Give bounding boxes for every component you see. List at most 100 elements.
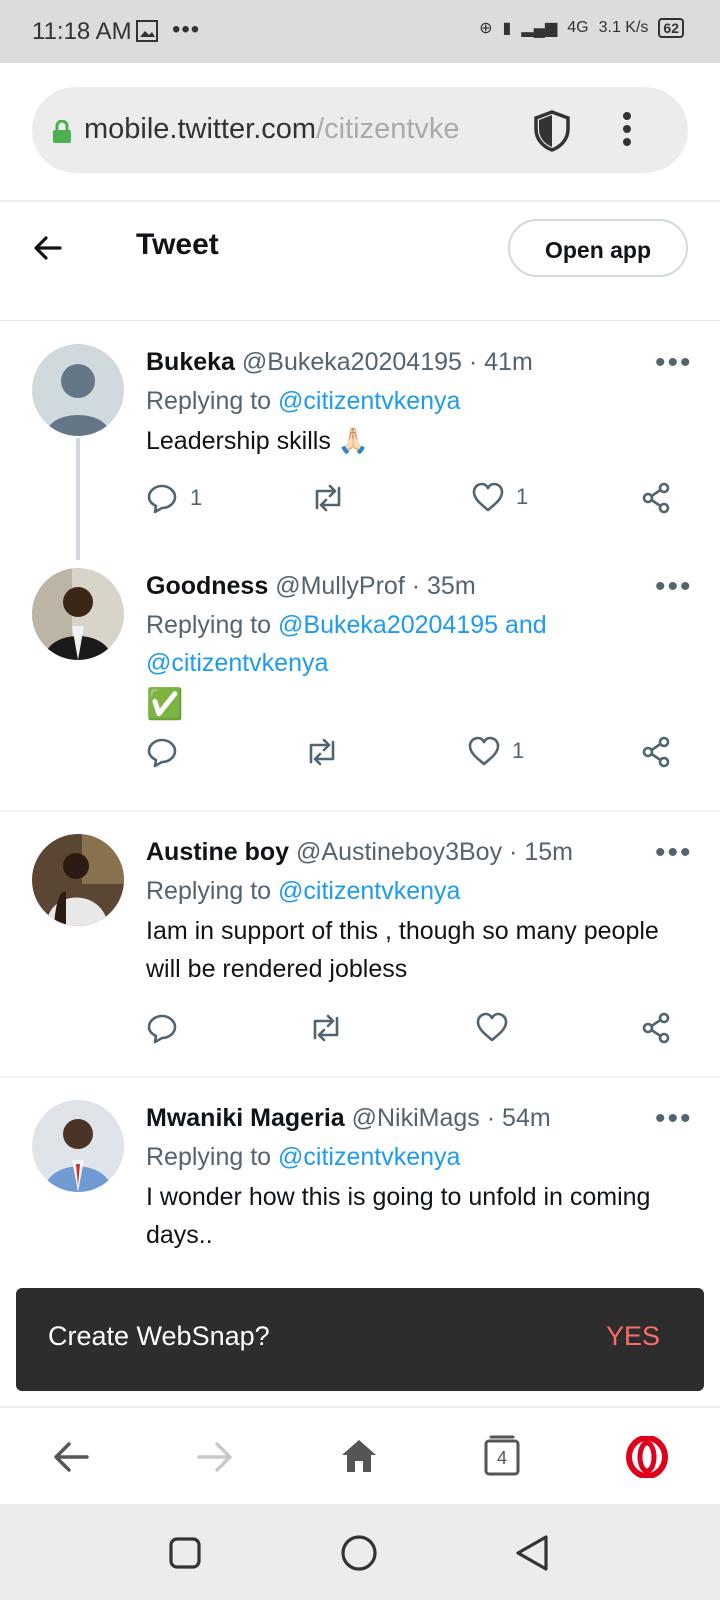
share-button[interactable] [640,736,672,768]
retweet-button[interactable] [310,482,358,514]
reply-icon [146,736,178,768]
like-button[interactable]: 1 [468,736,524,766]
tweet-actions [146,1012,686,1052]
avatar[interactable] [32,344,124,436]
tweet-author-line: Goodness @MullyProf · 35m [146,572,476,601]
reply-count: 1 [190,485,203,510]
tweet-time[interactable]: · 41m [469,348,533,376]
tweet-card[interactable]: Bukeka @Bukeka20204195 · 41m ••• Replyin… [0,322,720,560]
share-icon [640,482,672,514]
tweet-card[interactable]: Mwaniki Mageria @NikiMags · 54m ••• Repl… [0,1078,720,1288]
snackbar-message: Create WebSnap? [48,1321,270,1351]
replying-prefix: Replying to [146,387,279,415]
battery-icon: 62 [658,18,684,38]
more-options-icon[interactable]: ••• [655,836,693,870]
tweet-text: Leadership skills 🙏🏻 [146,427,369,455]
data-saver-icon: ⊕ [479,20,493,37]
retweet-button[interactable] [308,1012,356,1044]
nav-back-icon[interactable] [514,1534,550,1577]
back-arrow-icon[interactable] [32,232,72,272]
author-name[interactable]: Mwaniki Mageria [146,1104,345,1132]
reply-mention[interactable]: @citizentvkenya [278,877,460,905]
replying-prefix: Replying to [146,1143,279,1171]
avatar[interactable] [32,1100,124,1192]
browser-forward-icon[interactable] [196,1440,234,1479]
browser-back-icon[interactable] [52,1440,90,1479]
share-button[interactable] [640,1012,672,1044]
recents-icon[interactable] [168,1536,202,1575]
home-circle-icon[interactable] [340,1534,378,1577]
author-handle[interactable]: @MullyProf [275,572,405,600]
retweet-icon [310,482,346,514]
tweet-card[interactable]: Goodness @MullyProf · 35m ••• Replying t… [0,560,720,812]
websnap-snackbar: Create WebSnap? YES [16,1288,704,1391]
replying-to: Replying to @citizentvkenya [146,1138,460,1176]
retweet-icon [304,736,340,768]
shield-icon[interactable] [532,109,572,158]
heart-icon [468,736,500,766]
avatar[interactable] [32,568,124,660]
tweet-author-line: Austine boy @Austineboy3Boy · 15m [146,838,573,867]
menu-dots-icon[interactable] [622,109,632,154]
tweet-card[interactable]: Austine boy @Austineboy3Boy · 15m ••• Re… [0,812,720,1078]
reply-mention[interactable]: @citizentvkenya [278,1143,460,1171]
network-type: 4G [567,19,589,36]
home-icon[interactable] [340,1438,378,1479]
replying-to: Replying to @citizentvkenya [146,382,460,420]
author-name[interactable]: Austine boy [146,838,289,866]
replying-prefix: Replying to [146,611,279,639]
thread-line [76,438,80,560]
author-name[interactable]: Goodness [146,572,268,600]
like-button[interactable]: 1 [472,482,528,512]
url-text[interactable]: mobile.twitter.com/citizentvke [84,113,524,146]
tweet-header: Tweet Open app [0,202,720,321]
page-title: Tweet [136,228,219,261]
author-handle[interactable]: @Austineboy3Boy [296,838,502,866]
like-button[interactable] [476,1012,520,1042]
tweet-time[interactable]: · 15m [509,838,573,866]
signal-icon: ▂▄▆ [521,20,558,37]
opera-menu-icon[interactable] [626,1435,668,1483]
more-options-icon[interactable]: ••• [655,346,693,380]
author-handle[interactable]: @NikiMags [352,1104,480,1132]
replying-prefix: Replying to [146,877,279,905]
browser-address-area: mobile.twitter.com/citizentvke [0,63,720,202]
tweet-time[interactable]: · 35m [412,572,476,600]
heart-icon [472,482,504,512]
network-speed: 3.1 K/s [598,19,649,36]
tweet-text: ✅ [146,688,184,721]
tabs-icon[interactable]: 4 [484,1434,520,1476]
author-handle[interactable]: @Bukeka20204195 [242,348,462,376]
more-options-icon[interactable]: ••• [655,1102,693,1136]
status-time: 11:18 AM [32,18,132,45]
more-options-icon[interactable]: ••• [655,570,693,604]
reply-button[interactable] [146,1012,190,1044]
status-bar: 11:18 AM ••• ⊕ ▮ ▂▄▆ 4G 3.1 K/s 62 [0,0,720,63]
reply-button[interactable]: 1 [146,482,202,514]
avatar[interactable] [32,834,124,926]
vibrate-icon: ▮ [502,20,512,37]
address-bar[interactable]: mobile.twitter.com/citizentvke [32,87,688,173]
snackbar-yes-button[interactable]: YES [606,1321,660,1352]
url-host: mobile.twitter.com [84,113,317,145]
tweet-actions: 1 1 [146,482,686,522]
open-app-button[interactable]: Open app [508,219,688,277]
author-name[interactable]: Bukeka [146,348,235,376]
status-indicators: ⊕ ▮ ▂▄▆ 4G 3.1 K/s 62 [479,18,684,38]
reply-button[interactable] [146,736,190,768]
tweet-time[interactable]: · 54m [487,1104,551,1132]
share-button[interactable] [640,482,672,514]
tweet-text: Iam in support of this , though so many … [146,917,659,983]
like-count: 1 [516,484,529,509]
reply-mention[interactable]: @citizentvkenya [278,387,460,415]
share-icon [640,736,672,768]
retweet-button[interactable] [304,736,352,768]
system-navigation-bar [0,1504,720,1600]
share-icon [640,1012,672,1044]
like-count: 1 [512,738,525,763]
heart-icon [476,1012,508,1042]
replying-to: Replying to @Bukeka20204195 and @citizen… [146,606,626,682]
tweet-author-line: Bukeka @Bukeka20204195 · 41m [146,348,533,377]
more-notifications-icon: ••• [172,16,201,43]
browser-toolbar: 4 [0,1406,720,1506]
